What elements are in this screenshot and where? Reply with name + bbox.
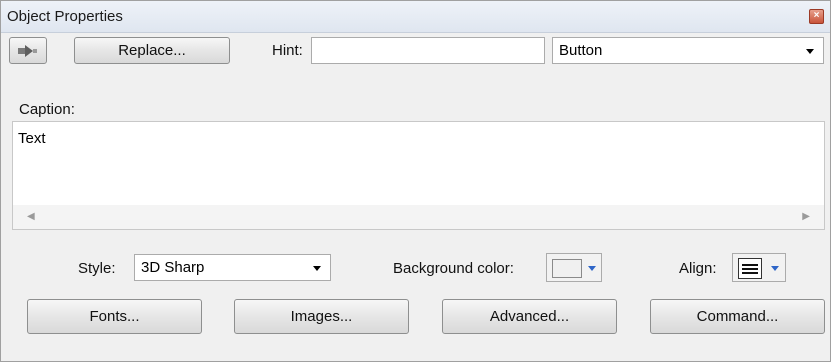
- horizontal-scrollbar[interactable]: ◀ ▶: [13, 205, 824, 229]
- style-label: Style:: [78, 260, 116, 277]
- chevron-down-icon: [588, 266, 596, 271]
- caption-text: Text: [18, 130, 46, 147]
- title-bar: Object Properties ×: [1, 1, 830, 33]
- pick-object-button[interactable]: [9, 37, 47, 64]
- panel-title: Object Properties: [7, 8, 123, 25]
- color-swatch: [552, 259, 582, 278]
- images-button[interactable]: Images...: [234, 299, 409, 334]
- style-select-value: 3D Sharp: [141, 259, 205, 276]
- chevron-down-icon: [771, 266, 779, 271]
- type-select-value: Button: [559, 42, 603, 59]
- replace-button[interactable]: Replace...: [74, 37, 230, 64]
- caption-textarea[interactable]: Text ◀ ▶: [12, 121, 825, 230]
- align-picker[interactable]: [732, 253, 786, 282]
- style-select[interactable]: 3D Sharp: [134, 254, 331, 281]
- advanced-button[interactable]: Advanced...: [442, 299, 617, 334]
- command-button[interactable]: Command...: [650, 299, 825, 334]
- caption-label: Caption:: [19, 101, 75, 118]
- background-color-label: Background color:: [393, 260, 514, 277]
- align-justify-icon: [738, 258, 762, 279]
- background-color-picker[interactable]: [546, 253, 602, 282]
- fonts-button[interactable]: Fonts...: [27, 299, 202, 334]
- hint-label: Hint:: [272, 42, 303, 59]
- align-label: Align:: [679, 260, 717, 277]
- arrow-pick-icon: [18, 45, 37, 57]
- chevron-down-icon: [806, 49, 814, 54]
- close-icon[interactable]: ×: [809, 9, 824, 24]
- chevron-down-icon: [313, 266, 321, 271]
- hint-input[interactable]: [311, 37, 545, 64]
- type-select[interactable]: Button: [552, 37, 824, 64]
- object-properties-panel: Object Properties × Replace... Hint: But…: [0, 0, 831, 362]
- scroll-left-icon[interactable]: ◀: [27, 211, 35, 222]
- scroll-right-icon[interactable]: ▶: [802, 211, 810, 222]
